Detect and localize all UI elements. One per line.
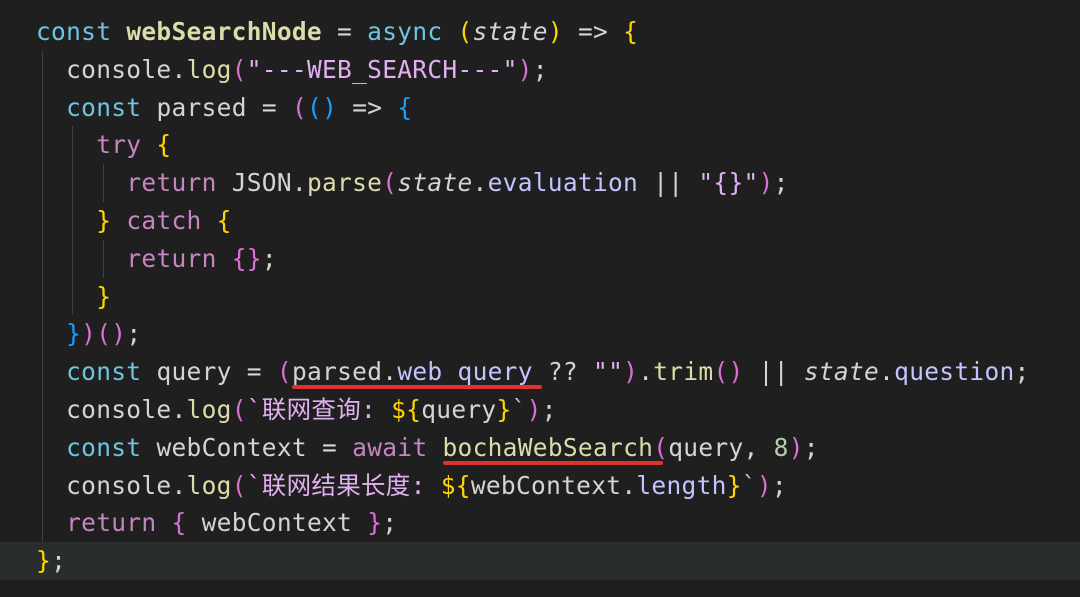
code-line[interactable]: console.log(`联网查询: ${query}`); <box>36 390 1080 429</box>
code-token: query <box>668 432 744 462</box>
code-token: webContext <box>201 508 353 538</box>
code-line[interactable]: console.log("---WEB_SEARCH---"); <box>36 50 1080 89</box>
code-line[interactable]: const query = (parsed.web_query ?? "").t… <box>36 353 1080 391</box>
code-token: log <box>186 54 232 84</box>
indent-guide <box>42 201 43 240</box>
code-token: state <box>803 357 880 387</box>
indent-guide <box>72 239 74 278</box>
indent-guide <box>42 504 43 543</box>
code-token: state <box>472 17 548 46</box>
code-token: console <box>66 470 172 500</box>
code-line[interactable]: return JSON.parse(state.evaluation || "{… <box>36 164 1080 202</box>
code-area[interactable]: const webSearchNode = async (state) => {… <box>0 13 1080 580</box>
code-token: query <box>156 357 232 387</box>
code-line[interactable]: return {}; <box>36 239 1080 278</box>
indent-guide <box>42 428 43 467</box>
code-line[interactable]: const parsed = (() => { <box>36 88 1080 127</box>
code-token: parsed <box>291 357 383 387</box>
code-line[interactable]: try { <box>36 126 1080 165</box>
indent-guide <box>42 466 43 505</box>
code-token: evaluation <box>487 168 639 198</box>
code-line[interactable]: const webContext = await bochaWebSearch(… <box>36 428 1080 467</box>
code-token: trim <box>653 357 714 387</box>
code-line[interactable]: console.log(`联网结果长度: ${webContext.length… <box>36 466 1080 505</box>
code-token: question <box>894 357 1015 387</box>
indent-guide <box>102 239 104 278</box>
code-token: JSON <box>231 168 292 198</box>
code-token: parsed <box>156 92 247 122</box>
indent-guide <box>42 88 43 127</box>
code-token: log <box>186 470 232 500</box>
indent-guide <box>42 164 43 202</box>
code-token: parse <box>306 168 383 198</box>
highlight-underline <box>291 385 542 390</box>
indent-guide <box>42 390 43 429</box>
code-token: webSearchNode <box>126 17 322 46</box>
code-line[interactable]: })(); <box>36 315 1080 354</box>
indent-guide <box>42 315 43 354</box>
code-line[interactable]: const webSearchNode = async (state) => { <box>36 13 1080 51</box>
code-editor[interactable]: const webSearchNode = async (state) => {… <box>0 0 1080 597</box>
indent-guide <box>72 201 74 240</box>
indent-guide <box>42 239 43 278</box>
indent-guide <box>42 126 43 165</box>
indent-guide <box>72 126 74 165</box>
indent-guide <box>42 50 43 89</box>
code-token: web_query <box>397 357 533 387</box>
code-token: console <box>66 394 172 424</box>
code-token: log <box>186 394 232 424</box>
code-token: console <box>66 54 172 84</box>
indent-guide <box>72 277 74 316</box>
indent-guide <box>42 353 43 391</box>
code-line[interactable]: return { webContext }; <box>36 504 1080 543</box>
indent-guide <box>102 164 104 202</box>
indent-guide <box>72 164 74 202</box>
highlight-underline <box>443 460 664 465</box>
indent-guide <box>42 277 43 316</box>
code-token: webContext <box>156 432 307 462</box>
code-token: state <box>397 168 473 198</box>
code-token: bochaWebSearch <box>442 432 654 462</box>
code-line[interactable]: } catch { <box>36 201 1080 240</box>
code-line[interactable]: } <box>36 277 1080 316</box>
code-line[interactable]: }; <box>0 542 1080 580</box>
